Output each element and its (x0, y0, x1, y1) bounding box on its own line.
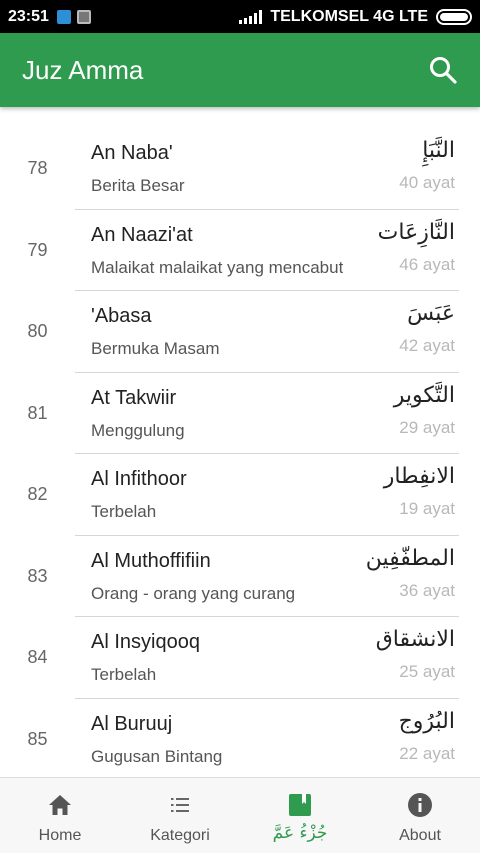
surah-ayat-count: 36 ayat (399, 580, 455, 600)
nav-home[interactable]: Home (0, 778, 120, 853)
surah-meaning: Menggulung (91, 420, 185, 440)
search-icon[interactable] (428, 55, 458, 85)
surah-name: Al Insyiqooq (91, 631, 200, 653)
surah-ayat-count: 25 ayat (399, 662, 455, 681)
surah-meaning: Orang - orang yang curang (91, 583, 296, 603)
nav-home-label: Home (38, 827, 82, 844)
surah-meaning: Terbelah (91, 502, 157, 521)
surah-row[interactable]: 78 An Naba' Berita Besar النَّبَإِ 40 ay… (0, 128, 480, 210)
surah-number: 79 (27, 239, 48, 260)
surah-number: 81 (27, 402, 48, 423)
surah-row[interactable]: 81 At Takwiir Menggulung التَّكوير 29 ay… (0, 373, 480, 454)
surah-ayat-count: 29 ayat (399, 417, 455, 437)
nav-kategori[interactable]: Kategori (120, 778, 240, 853)
surah-meaning: Gugusan Bintang (91, 746, 223, 766)
signal-icon (239, 9, 263, 24)
surah-number: 82 (27, 484, 48, 505)
app-bar: Juz Amma (0, 33, 480, 107)
carrier-label: TELKOMSEL 4G LTE (270, 7, 428, 25)
surah-arabic-name: عَبَسَ (407, 301, 455, 326)
nav-about-label: About (399, 827, 441, 844)
nav-juz-amma-label: جُزْءُ عَمَّ (272, 823, 328, 843)
surah-meaning: Malaikat malaikat yang mencabut (91, 257, 344, 277)
surah-arabic-name: البُرُوج (398, 708, 455, 734)
surah-number: 80 (27, 321, 48, 342)
surah-number: 84 (27, 647, 48, 668)
surah-name: Al Buruuj (91, 712, 173, 735)
surah-row[interactable]: 82 Al Infithoor Terbelah الانفِطار 19 ay… (0, 454, 480, 536)
surah-name: Al Infithoor (91, 468, 187, 490)
surah-ayat-count: 19 ayat (399, 499, 455, 518)
status-time: 23:51 (8, 7, 49, 25)
surah-name: Al Muthoffifiin (91, 549, 211, 572)
surah-row[interactable]: 80 'Abasa Bermuka Masam عَبَسَ 42 ayat (0, 291, 480, 373)
surah-name: 'Abasa (91, 305, 152, 327)
surah-number: 83 (27, 565, 48, 586)
page-title: Juz Amma (22, 54, 144, 85)
bottom-navigation: Home Kategori جُزْءُ عَمَّ About (0, 777, 480, 853)
book-icon (289, 794, 311, 816)
surah-arabic-name: الانفِطار (383, 464, 455, 489)
surah-name: An Naba' (91, 142, 173, 164)
surah-meaning: Terbelah (91, 665, 157, 684)
surah-arabic-name: التَّكوير (393, 382, 455, 408)
nav-about[interactable]: About (360, 778, 480, 853)
surah-arabic-name: النَّبَإِ (422, 138, 455, 163)
surah-ayat-count: 40 ayat (399, 173, 455, 192)
surah-row[interactable]: 85 Al Buruuj Gugusan Bintang البُرُوج 22… (0, 699, 480, 781)
surah-list: 78 An Naba' Berita Besar النَّبَإِ 40 ay… (0, 128, 480, 780)
surah-number: 85 (27, 728, 48, 749)
surah-row[interactable]: 79 An Naazi'at Malaikat malaikat yang me… (0, 210, 480, 291)
battery-icon (436, 8, 472, 25)
surah-ayat-count: 22 ayat (399, 743, 455, 763)
info-icon (408, 793, 432, 817)
surah-name: At Takwiir (91, 386, 177, 409)
notification-app-icon (56, 9, 71, 24)
notification-image-icon (76, 9, 91, 24)
surah-ayat-count: 46 ayat (399, 254, 455, 274)
nav-kategori-label: Kategori (150, 827, 210, 844)
surah-arabic-name: النَّازِعَات (377, 219, 455, 245)
surah-row[interactable]: 83 Al Muthoffifiin Orang - orang yang cu… (0, 536, 480, 617)
status-bar: 23:51 TELKOMSEL 4G LTE (0, 0, 480, 33)
surah-meaning: Bermuka Masam (91, 339, 220, 358)
surah-row[interactable]: 84 Al Insyiqooq Terbelah الانشقاق 25 aya… (0, 617, 480, 699)
nav-juz-amma[interactable]: جُزْءُ عَمَّ (240, 778, 360, 853)
surah-ayat-count: 42 ayat (399, 336, 455, 355)
home-icon (49, 795, 71, 815)
surah-name: An Naazi'at (91, 223, 193, 246)
list-icon (171, 798, 189, 812)
surah-arabic-name: المطفّفِين (365, 545, 455, 571)
surah-number: 78 (27, 158, 48, 179)
surah-meaning: Berita Besar (91, 176, 185, 195)
surah-arabic-name: الانشقاق (375, 627, 455, 652)
